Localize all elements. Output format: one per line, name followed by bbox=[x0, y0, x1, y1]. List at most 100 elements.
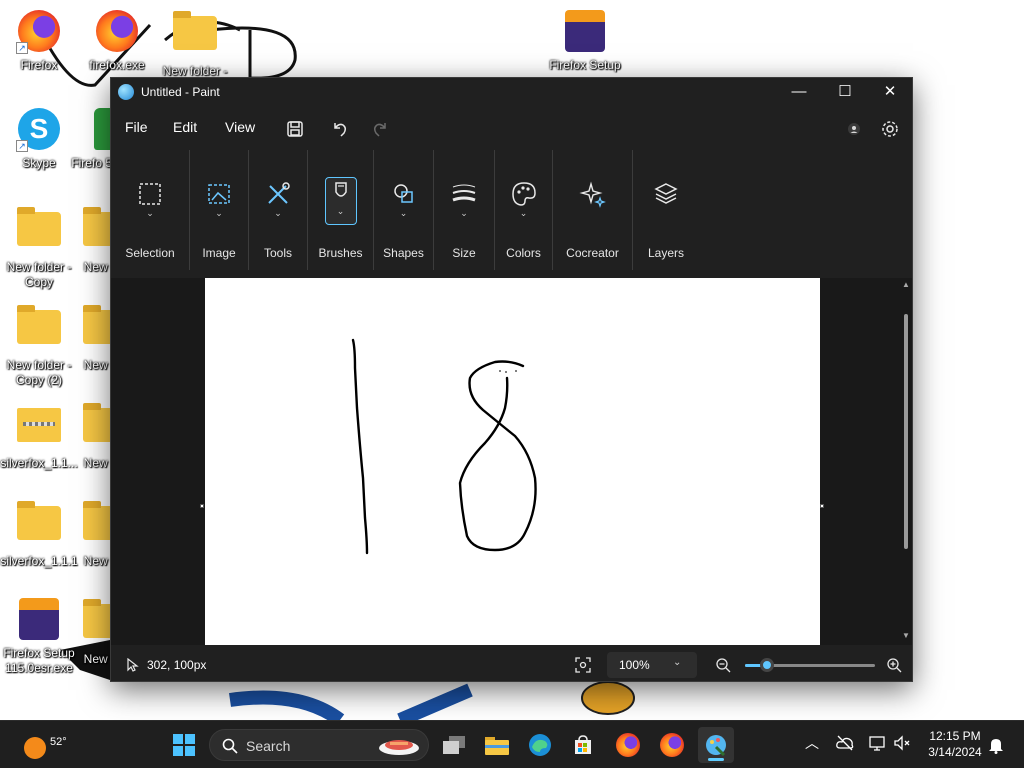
ribbon-label: Cocreator bbox=[566, 246, 619, 260]
edge-icon bbox=[529, 734, 551, 756]
onedrive-offline-icon[interactable] bbox=[836, 735, 854, 751]
search-placeholder: Search bbox=[246, 738, 291, 754]
weather-sun-icon bbox=[24, 737, 46, 759]
paint-window: Untitled - Paint — ☐ ✕ File Edit View ⌄ … bbox=[110, 77, 913, 682]
zoom-dropdown[interactable]: 100% ⌄ bbox=[607, 652, 697, 678]
size-icon bbox=[452, 184, 476, 202]
edge-button[interactable] bbox=[522, 727, 558, 763]
ribbon-group-tools[interactable]: ⌄ Tools bbox=[249, 150, 308, 270]
chevron-down-icon: ⌄ bbox=[146, 208, 154, 218]
search-highlight-icon bbox=[379, 740, 419, 755]
layers-icon bbox=[654, 183, 678, 204]
desktop-icon-firefox-setup[interactable]: Firefox Setup bbox=[546, 8, 624, 73]
notification-bell-icon[interactable] bbox=[988, 736, 1004, 754]
desktop-icon-label: Firefox Setup bbox=[549, 58, 621, 72]
zoom-in-icon[interactable] bbox=[886, 657, 902, 673]
firefox-taskbar-button[interactable] bbox=[654, 727, 690, 763]
ribbon-group-cocreator[interactable]: Cocreator bbox=[553, 150, 633, 270]
canvas-area bbox=[111, 278, 912, 645]
minimize-button[interactable]: — bbox=[776, 78, 822, 108]
firefox-icon bbox=[660, 733, 684, 757]
ribbon-group-shapes[interactable]: ⌄ Shapes bbox=[374, 150, 434, 270]
settings-button[interactable] bbox=[877, 116, 903, 142]
account-button[interactable] bbox=[841, 116, 867, 142]
canvas-drawing bbox=[351, 338, 537, 555]
clock-time: 12:15 PM bbox=[929, 729, 981, 743]
ribbon-label: Colors bbox=[506, 246, 541, 260]
scroll-down-icon[interactable]: ▼ bbox=[902, 631, 910, 640]
show-hidden-icons-button[interactable]: ︿ bbox=[805, 733, 819, 753]
resize-handle-left[interactable] bbox=[200, 504, 204, 508]
ribbon-label: Size bbox=[452, 246, 476, 260]
ribbon-group-colors[interactable]: ⌄ Colors bbox=[495, 150, 553, 270]
shapes-icon bbox=[393, 184, 413, 203]
selection-icon bbox=[139, 183, 161, 205]
scroll-up-icon[interactable]: ▲ bbox=[902, 280, 910, 289]
close-button[interactable]: ✕ bbox=[867, 78, 913, 108]
folder-icon bbox=[173, 11, 217, 50]
fit-to-window-icon[interactable] bbox=[575, 657, 591, 673]
paint-taskbar-button[interactable] bbox=[698, 727, 734, 763]
vertical-scrollbar[interactable]: ▲ ▼ bbox=[901, 278, 911, 645]
weather-widget[interactable]: 52° bbox=[20, 729, 80, 761]
desktop-icon-new-folder[interactable]: New folder - bbox=[156, 8, 234, 79]
chevron-down-icon: ⌄ bbox=[215, 208, 223, 218]
menu-bar: File Edit View bbox=[111, 110, 912, 146]
redo-icon bbox=[373, 123, 386, 137]
start-button[interactable] bbox=[166, 727, 202, 763]
ribbon-group-layers[interactable]: Layers bbox=[633, 150, 699, 270]
ribbon-group-selection[interactable]: ⌄ Selection bbox=[111, 150, 190, 270]
store-icon bbox=[575, 735, 591, 754]
zip-folder-icon bbox=[17, 408, 61, 442]
store-button[interactable] bbox=[565, 727, 601, 763]
sparkle-icon bbox=[578, 181, 606, 208]
firefox-taskbar-button[interactable] bbox=[610, 727, 646, 763]
redo-button[interactable] bbox=[367, 116, 393, 142]
folder-icon bbox=[17, 207, 61, 246]
shortcut-arrow-icon: ↗ bbox=[16, 42, 28, 54]
desktop-icon-firefox[interactable]: ↗ Firefox bbox=[0, 8, 78, 73]
clock[interactable]: 12:15 PM 3/14/2024 bbox=[920, 728, 990, 760]
zoom-out-icon[interactable] bbox=[715, 657, 731, 673]
cursor-icon bbox=[127, 658, 139, 672]
scrollbar-thumb[interactable] bbox=[904, 314, 908, 549]
undo-button[interactable] bbox=[327, 116, 353, 142]
ribbon-toolbar: ⌄ Selection ⌄ Image ⌄ Tools ⌄ Brushes ⌄ … bbox=[111, 150, 912, 278]
menu-file[interactable]: File bbox=[125, 119, 148, 135]
zoom-slider-thumb[interactable] bbox=[760, 658, 775, 672]
folder-icon bbox=[17, 305, 61, 344]
ribbon-group-brushes[interactable]: ⌄ Brushes bbox=[308, 150, 374, 270]
search-box[interactable]: Search bbox=[209, 729, 429, 761]
task-view-button[interactable] bbox=[436, 727, 472, 763]
ribbon-label: Selection bbox=[125, 246, 175, 260]
file-explorer-button[interactable] bbox=[479, 727, 515, 763]
chevron-down-icon: ⌄ bbox=[399, 208, 408, 218]
ribbon-label: Brushes bbox=[318, 246, 363, 260]
weather-temperature: 52° bbox=[50, 736, 67, 748]
ribbon-group-image[interactable]: ⌄ Image bbox=[190, 150, 249, 270]
resize-handle-right[interactable] bbox=[820, 504, 824, 508]
save-button[interactable] bbox=[282, 116, 308, 142]
chevron-down-icon: ⌄ bbox=[336, 206, 345, 216]
title-bar[interactable]: Untitled - Paint — ☐ ✕ bbox=[111, 78, 912, 108]
ribbon-label: Tools bbox=[263, 246, 292, 260]
network-icon[interactable] bbox=[868, 735, 886, 751]
ribbon-group-size[interactable]: ⌄ Size bbox=[434, 150, 495, 270]
zoom-slider[interactable] bbox=[745, 658, 875, 672]
search-icon bbox=[222, 738, 238, 754]
menu-edit[interactable]: Edit bbox=[173, 119, 197, 135]
start-icon bbox=[173, 734, 195, 756]
save-icon bbox=[287, 121, 303, 137]
folder-icon bbox=[17, 501, 61, 540]
maximize-button[interactable]: ☐ bbox=[822, 78, 868, 108]
menu-view[interactable]: View bbox=[225, 119, 255, 135]
window-title: Untitled - Paint bbox=[141, 85, 220, 99]
desktop-icon-firefox-exe[interactable]: firefox.exe bbox=[78, 8, 156, 73]
palette-icon bbox=[511, 182, 536, 206]
gear-icon bbox=[882, 121, 898, 137]
cursor-position: 302, 100px bbox=[147, 658, 207, 672]
volume-muted-icon[interactable] bbox=[893, 735, 911, 751]
desktop-icon-label: Firefox bbox=[20, 58, 58, 72]
drawing-canvas[interactable] bbox=[205, 278, 820, 645]
chevron-down-icon: ⌄ bbox=[673, 657, 682, 668]
